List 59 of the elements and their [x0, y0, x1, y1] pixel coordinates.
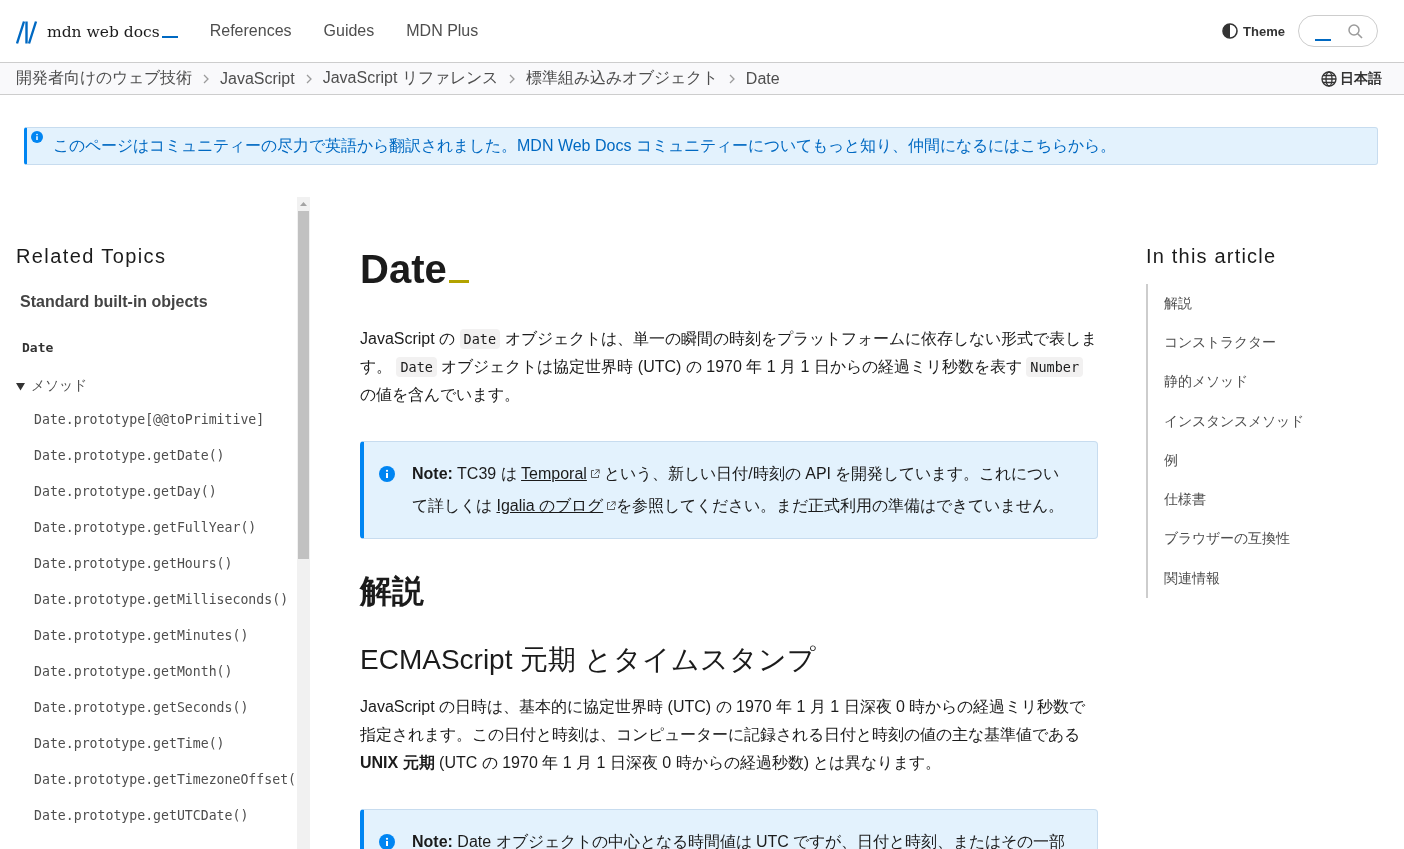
- breadcrumb-link[interactable]: JavaScript: [220, 69, 295, 88]
- logo-link[interactable]: mdn web docs: [16, 18, 178, 44]
- sidebar-link[interactable]: Date.prototype.getHours(): [16, 545, 233, 581]
- sidebar-link[interactable]: Date.prototype.getTime(): [16, 725, 225, 761]
- sidebar-link[interactable]: Date.prototype.getMilliseconds(): [16, 581, 289, 617]
- nav-link[interactable]: MDN Plus: [406, 22, 479, 40]
- sidebar-link[interactable]: Date.prototype.getMinutes(): [16, 617, 249, 653]
- paragraph: JavaScript の Date オブジェクトは、単一の瞬間の時刻をプラットフォームに依存しない形式で表します。 Date オブジェクトは協定世界時 (UTC) の 1970 年 1 月 1 日からの経過ミリ秒数を表す Number の値を含んでいます。: [360, 328, 1098, 405]
- breadcrumb-link[interactable]: Date: [745, 69, 780, 88]
- toc-link[interactable]: コンストラクター: [1148, 323, 1276, 363]
- contrast-icon: [1222, 23, 1239, 39]
- sidebar-current-link[interactable]: Date: [22, 334, 54, 362]
- breadcrumb-link[interactable]: JavaScript リファレンス: [322, 68, 498, 89]
- paragraph: JavaScript の日時は、基本的に協定世界時 (UTC) の 1970 年 1 月 1 日深夜 0 時からの経過ミリ秒数で指定されます。この日付と時刻は、コンピューターに記録される日付と時刻の値の主な基準値である UNIX 元期 (UTC の 1970 年 1 月 1 日深夜 0 時からの経過秒数) とは異なります。: [360, 697, 1087, 773]
- chevron-icon: [305, 73, 312, 84]
- scrollbar-thumb[interactable]: [298, 211, 309, 559]
- toc-link[interactable]: 静的メソッド: [1148, 362, 1248, 402]
- page-title: Date: [360, 245, 469, 293]
- chevron-icon: [203, 73, 209, 84]
- section-heading: 解説: [360, 572, 425, 611]
- chevron-icon: [728, 73, 735, 84]
- chevron-icon: [508, 73, 515, 84]
- sidebar-link[interactable]: Date.prototype.getUTCDate(): [16, 797, 249, 833]
- toc-link[interactable]: 例: [1148, 441, 1178, 481]
- language-button[interactable]: 日本語: [1321, 67, 1382, 90]
- toc-link[interactable]: 仕様書: [1148, 480, 1206, 520]
- search-icon: [1348, 23, 1363, 39]
- sidebar-link[interactable]: Date.prototype.getMonth(): [16, 653, 233, 689]
- sidebar-group-toggle[interactable]: メソッド: [16, 372, 87, 400]
- toc-link[interactable]: 関連情報: [1148, 559, 1220, 599]
- sidebar-link[interactable]: Date.prototype.getDay(): [16, 473, 217, 509]
- sidebar-heading: Related Topics: [16, 244, 168, 268]
- nav-link[interactable]: References: [209, 22, 292, 40]
- subsection-heading: ECMAScript 元期 とタイムスタンプ: [360, 643, 818, 677]
- sidebar-link[interactable]: Date.prototype.getFullYear(): [16, 509, 257, 545]
- info-icon: [379, 834, 395, 849]
- sidebar-section-link[interactable]: Standard built-in objects: [20, 288, 208, 316]
- sidebar-link[interactable]: Date.prototype.getDate(): [16, 437, 225, 473]
- theme-button[interactable]: Theme: [1220, 19, 1287, 43]
- nav-link[interactable]: Guides: [323, 22, 375, 40]
- toc-link[interactable]: 解説: [1148, 284, 1192, 324]
- banner-link[interactable]: このページはコミュニティーの尽力で英語から翻訳されました。MDN Web Docs コミュニティーについてもっと知り、仲間になるにはこちらから。: [53, 135, 1116, 157]
- search-field[interactable]: [1298, 15, 1378, 47]
- sidebar-link[interactable]: Date.prototype.getSeconds(): [16, 689, 249, 725]
- breadcrumb-link[interactable]: 標準組み込みオブジェクト: [525, 68, 718, 89]
- sidebar-link[interactable]: Date.prototype.getTimezoneOffset(: [16, 761, 296, 797]
- toc-link[interactable]: インスタンスメソッド: [1148, 401, 1304, 442]
- toc-heading: In this article: [1146, 244, 1278, 268]
- toc-link[interactable]: ブラウザーの互換性: [1148, 519, 1290, 560]
- sidebar-link[interactable]: Date.prototype[@@toPrimitive]: [16, 401, 265, 437]
- info-icon: [31, 131, 43, 143]
- breadcrumb-link[interactable]: 開発者向けのウェブ技術: [16, 68, 192, 89]
- text-link[interactable]: Temporal: [521, 458, 600, 490]
- text-link[interactable]: Igalia のブログ: [496, 490, 617, 522]
- text-cursor-icon: [1315, 39, 1331, 41]
- globe-icon: [1321, 70, 1337, 87]
- info-icon: [379, 466, 395, 482]
- note-text: Note: TC39 は Temporal という、新しい日付/時刻の API を開発しています。これについて詳しくは Igalia のブログ を参照してください。まだ正式利用の準備はできていません。: [412, 458, 1069, 522]
- scroll-up-icon[interactable]: [300, 202, 307, 206]
